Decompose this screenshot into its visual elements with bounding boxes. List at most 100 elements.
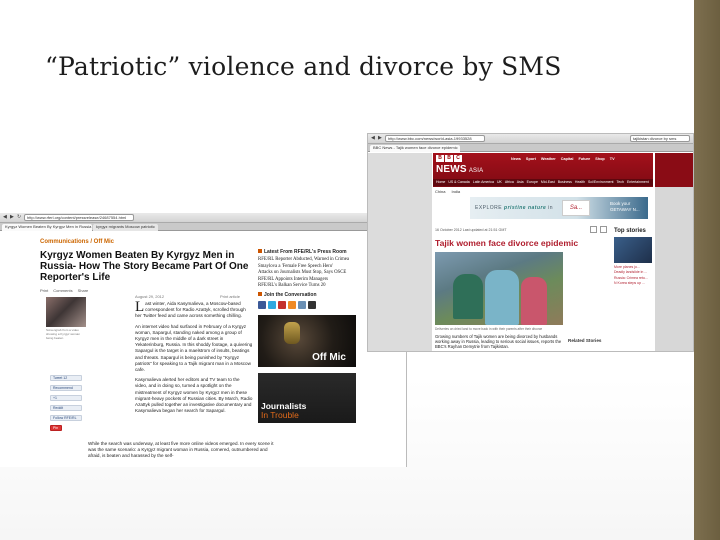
promo-label: Off Mic [312,351,346,363]
print-link[interactable]: Print [40,288,48,293]
back-icon[interactable]: ◀ [3,215,8,220]
region-tab[interactable]: China [435,189,445,194]
nav-item[interactable]: TV [610,157,615,161]
browser-tab[interactable]: kyrgyz migrants Moscow patriotic [93,224,158,231]
header-overflow [655,153,693,187]
share-link[interactable]: Share [78,288,89,293]
section-nav-item[interactable]: Health [575,179,585,186]
region-tabs: China India [435,189,460,194]
presentation-slide: “Patriotic” violence and divorce by SMS … [0,0,720,540]
section-nav-item[interactable]: Mid-East [541,179,555,186]
follow-button[interactable]: Follow RFE/RL [50,415,82,421]
photo-caption: Screengrab from a video showing a Kyrgyz… [46,328,81,340]
ad-text: EXPLORE pristine nature in [475,205,554,211]
region-tab[interactable]: India [451,189,460,194]
news-brand[interactable]: NEWS ASIA [436,164,483,175]
top-story-link[interactable]: N Korea steps up ... [614,281,654,285]
section-nav-item[interactable]: Europe [527,179,538,186]
nav-item[interactable]: Capital [561,157,574,161]
search-field[interactable]: tajikistan divorce by sms [630,135,690,142]
press-item[interactable]: RFE/RL Appoints Interim Managers [258,277,358,283]
social-icons [258,300,358,309]
section-nav-item[interactable]: US & Canada [448,179,469,186]
section-nav-item[interactable]: Tech [617,179,624,186]
press-item[interactable]: Attacks on Journalists Must Stop, Says O… [258,270,358,276]
slide-accent-bar [694,0,720,540]
top-story-link[interactable]: Russia: Crimea retu... [614,276,654,280]
top-story-link[interactable]: More planes jo... [614,265,654,269]
press-item[interactable]: RFE/RL's Balkan Service Turns 20 [258,283,358,289]
reload-icon[interactable]: ↻ [17,215,22,220]
section-nav-item[interactable]: UK [497,179,502,186]
bbc-header: BBC NEWS ASIA News Sport Weather Capital … [433,153,653,187]
browser-tab[interactable]: Kyrgyz Women Beaten By Kyrgyz Men in Rus… [2,224,92,231]
address-bar[interactable]: http://www.rferl.org/content/pressreleas… [24,214,134,221]
page-margin-left [368,153,432,351]
nav-item[interactable]: Shop [595,157,605,161]
share-icons [590,226,607,233]
microphone-icon [284,321,300,344]
section-nav-item[interactable]: Home [436,179,445,186]
section-nav-item[interactable]: Africa [505,179,514,186]
browser-toolbar: ◀ ▶ http://www.bbc.com/news/world-asia-1… [368,134,693,144]
browser-tab[interactable]: BBC News - Tajik women face divorce epid… [370,145,460,152]
back-icon[interactable]: ◀ [371,136,376,141]
photo-figure [485,270,519,325]
article-photo [46,297,86,327]
advertisement-banner[interactable]: EXPLORE pristine nature in Sa... Book yo… [470,197,648,219]
email-icon[interactable] [298,300,306,309]
nav-item[interactable]: News [511,157,521,161]
section-nav-item[interactable]: Asia [517,179,524,186]
top-stories: Top stories More planes jo... Deadly lan… [614,228,654,287]
article-headline: Kyrgyz Women Beaten By Kyrgyz Men in Rus… [40,250,249,283]
press-item[interactable]: RFE/RL Reporter Abducted, Warned in Crim… [258,257,358,263]
conversation-heading: Join the Conversation [258,291,358,298]
rferl-article-screenshot: ◀ ▶ ↻ http://www.rferl.org/content/press… [0,213,407,467]
nav-item[interactable]: Future [578,157,590,161]
forward-icon[interactable]: ▶ [10,215,15,220]
share-bar: Print Comments Share [40,288,88,293]
nav-item[interactable]: Weather [541,157,556,161]
rss-icon[interactable] [288,300,296,309]
section-nav-item[interactable]: Entertainment [627,179,649,186]
nav-item[interactable]: Sport [526,157,536,161]
bbc-article-screenshot: ◀ ▶ http://www.bbc.com/news/world-asia-1… [367,133,694,352]
section-nav-item[interactable]: Latin America [473,179,494,186]
article-headline: Tajik women face divorce epidemic [435,238,579,248]
print-icon[interactable] [600,226,607,233]
tweet-button[interactable]: Tweet 12 [50,375,82,381]
paragraph: While the search was underway, at least … [88,441,274,459]
recommend-button[interactable]: Recommend [50,385,82,391]
article-photo [435,252,563,325]
top-story-link[interactable]: Deadly landslide in ... [614,270,654,274]
photo-caption: Deliveries on dried land to move back in… [435,327,543,331]
journalists-in-trouble-promo[interactable]: Journalists In Trouble [258,372,356,423]
reddit-button[interactable]: Reddit [50,405,82,411]
facebook-icon[interactable] [258,300,266,309]
youtube-icon[interactable] [278,300,286,309]
paragraph: Kasymalieva alerted her editors and TV t… [135,377,253,414]
section-nav-item[interactable]: Business [558,179,572,186]
forward-icon[interactable]: ▶ [378,136,383,141]
plus-one-button[interactable]: +1 [50,395,82,401]
off-mic-promo[interactable]: Off Mic [258,314,356,367]
bbc-logo[interactable]: BBC [436,155,462,162]
twitter-icon[interactable] [268,300,276,309]
section-label[interactable]: Communications / Off Mic [40,239,114,245]
address-bar[interactable]: http://www.bbc.com/news/world-asia-19933… [385,135,485,142]
press-item[interactable]: Smaylova a 'Female Free Speech Hero' [258,264,358,270]
browser-toolbar: ◀ ▶ ↻ http://www.rferl.org/content/press… [0,213,406,223]
top-nav: News Sport Weather Capital Future Shop T… [511,157,615,161]
section-nav: Home US & Canada Latin America UK Africa… [433,179,653,186]
share-icon[interactable] [590,226,597,233]
print-article-link[interactable]: Print article [220,294,240,299]
mobile-icon[interactable] [308,300,316,309]
section-nav-item[interactable]: Sci/Environment [588,179,613,186]
related-stories-heading: Related Stories [568,338,602,343]
top-stories-heading: Top stories [614,228,646,234]
pin-button[interactable]: Pin [50,425,62,431]
top-story-thumbnail[interactable] [614,237,652,263]
promo-label: Journalists In Trouble [261,400,307,420]
ad-callout: Book your GETAWAY N... [610,201,640,212]
comments-link[interactable]: Comments [53,288,72,293]
